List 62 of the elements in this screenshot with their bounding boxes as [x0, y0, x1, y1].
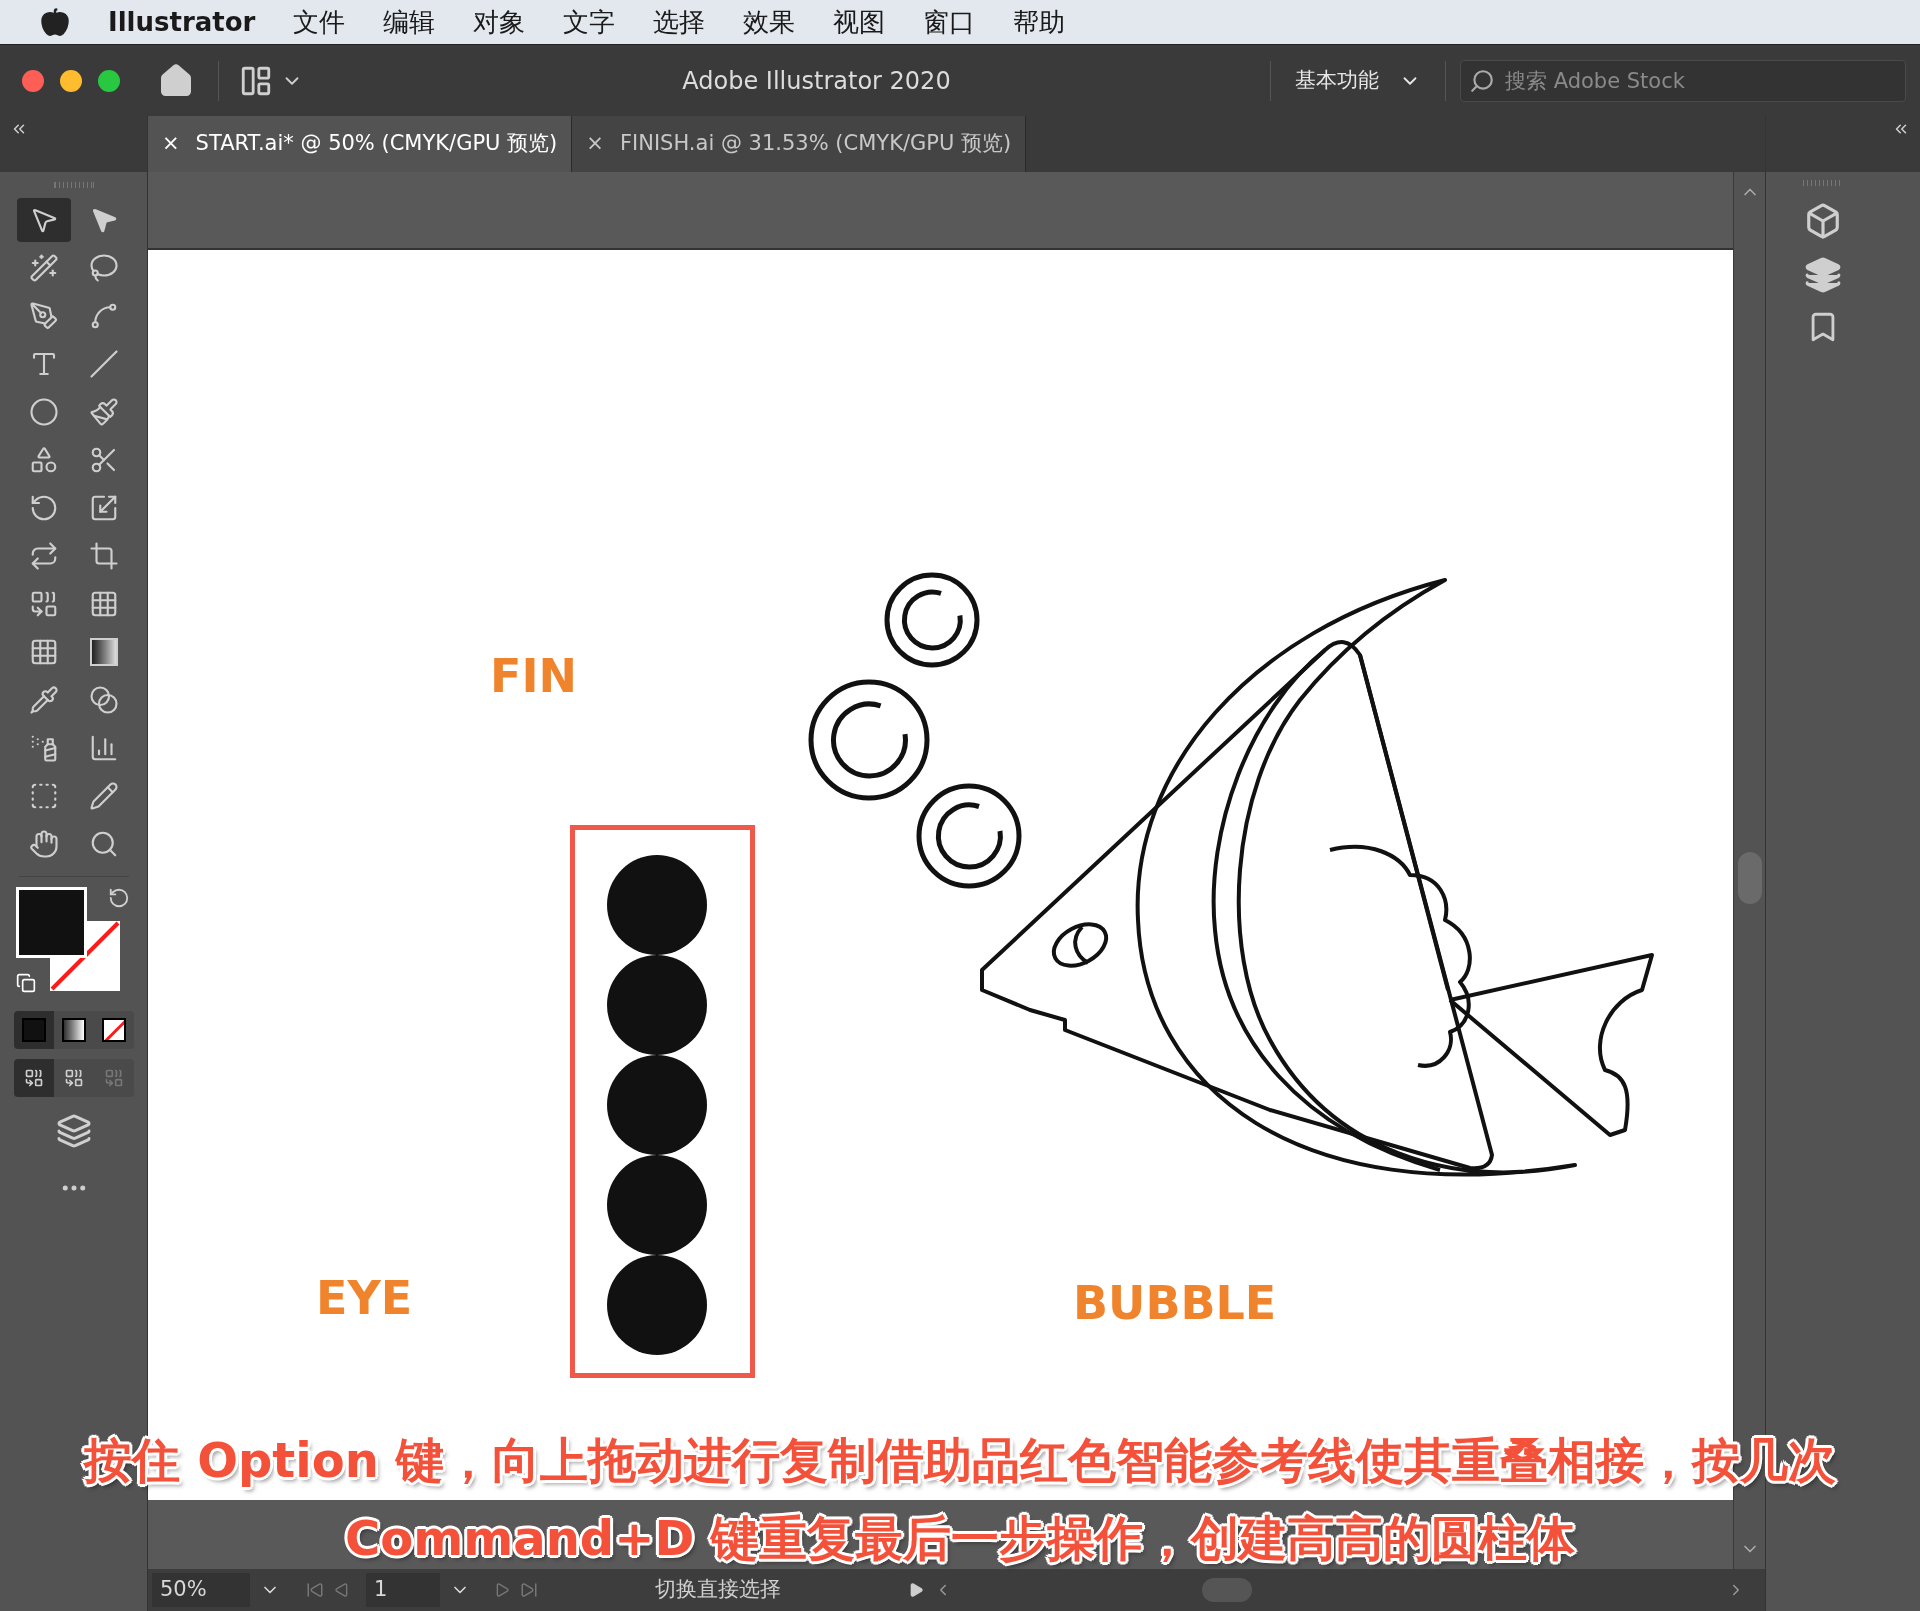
page-field[interactable]: 1: [366, 1573, 440, 1607]
last-page-icon[interactable]: [520, 1581, 538, 1599]
menu-item[interactable]: 选择: [653, 2, 706, 42]
search-field[interactable]: 搜索 Adobe Stock: [1460, 59, 1906, 102]
previous-page-icon[interactable]: [334, 1582, 350, 1598]
eyedropper-icon: [28, 685, 59, 715]
maximize-window-icon[interactable]: [98, 69, 120, 92]
status-text: 切换直接选择: [655, 1576, 781, 1604]
artboard-label: BUBBLE: [1073, 1275, 1277, 1332]
tab-close-button[interactable]: ×: [162, 128, 180, 160]
window-title: Adobe Illustrator 2020: [682, 65, 951, 97]
app-menu[interactable]: Illustrator: [108, 2, 256, 42]
cube-icon[interactable]: [1804, 202, 1842, 240]
menu-item[interactable]: 编辑: [383, 2, 436, 42]
lasso-icon: [88, 253, 119, 283]
line-icon: [88, 349, 119, 379]
close-window-icon[interactable]: [22, 69, 44, 92]
next-page-icon[interactable]: [494, 1582, 510, 1598]
pencil-icon: [88, 781, 119, 811]
default-colors-icon[interactable]: [15, 973, 36, 993]
swap-arrows-icon[interactable]: [107, 887, 130, 909]
search-icon: [1469, 67, 1495, 94]
zoom-dropdown[interactable]: 50%: [152, 1573, 250, 1607]
layers-icon[interactable]: [1804, 256, 1842, 294]
menu-item[interactable]: 帮助: [1013, 2, 1066, 42]
gradient-mode-button[interactable]: [53, 1011, 94, 1049]
fill-stroke-swatch-drawing[interactable]: [15, 887, 120, 991]
subtitle-line: Command+D 键重复最后一步操作，创建高高的圆柱体: [345, 1509, 1575, 1568]
magic-wand-icon: [28, 253, 59, 283]
color-mode-button[interactable]: [13, 1011, 54, 1049]
menu-item[interactable]: 窗口: [923, 2, 976, 42]
draw-mode-icon: [63, 1068, 84, 1088]
draw-mode-button[interactable]: [13, 1059, 54, 1097]
blend-icon: [88, 685, 119, 715]
document-tab[interactable]: × FINISH.ai @ 31.53% (CMYK/GPU 预览): [572, 116, 1027, 172]
first-page-icon[interactable]: [306, 1581, 324, 1599]
apple-logo-icon[interactable]: [40, 7, 70, 37]
crop-icon: [88, 541, 119, 571]
menu-item[interactable]: 效果: [743, 2, 796, 42]
scroll-thumb[interactable]: [1738, 852, 1762, 904]
artboard-label: FIN: [490, 648, 578, 705]
paintbrush-icon: [88, 397, 119, 427]
hand-icon: [28, 829, 59, 859]
menu-item[interactable]: 对象: [473, 2, 526, 42]
menu-item[interactable]: 视图: [833, 2, 886, 42]
gradient-icon: [89, 638, 118, 666]
selection-tool[interactable]: [16, 198, 71, 242]
minimize-window-icon[interactable]: [60, 69, 82, 92]
home-icon[interactable]: [158, 62, 194, 99]
none-mode-button[interactable]: [93, 1011, 134, 1049]
menu-item[interactable]: 文件: [293, 2, 346, 42]
ellipse-icon: [28, 397, 59, 427]
pen-nib-icon: [28, 301, 59, 331]
menu-item[interactable]: 文字: [563, 2, 616, 42]
draw-mode-button[interactable]: [53, 1059, 94, 1097]
workspace-dropdown[interactable]: 基本功能: [1271, 64, 1445, 97]
document-tab[interactable]: × START.ai* @ 50% (CMYK/GPU 预览): [148, 116, 573, 172]
draw-mode-icon: [103, 1068, 124, 1088]
tab-close-button[interactable]: ×: [586, 128, 604, 160]
play-icon[interactable]: [908, 1582, 924, 1598]
artboard-label: EYE: [316, 1270, 413, 1327]
draw-mode-icon: [23, 1068, 44, 1088]
